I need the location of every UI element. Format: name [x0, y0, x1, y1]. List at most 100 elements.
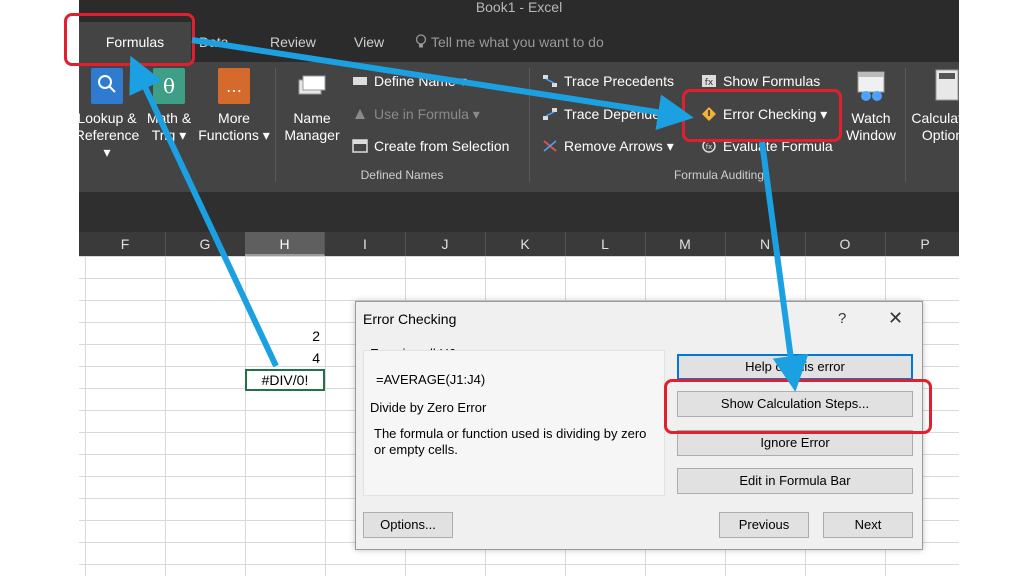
ribbon-formulas: Lookup & Reference ▾ θ Math & Trig ▾ … M…: [79, 62, 959, 192]
use-in-formula-label: Use in Formula ▾: [374, 106, 480, 122]
column-header-i[interactable]: I: [325, 232, 406, 256]
tell-me-placeholder: Tell me what you want to do: [431, 34, 604, 50]
define-name-button[interactable]: Define Name ▾: [352, 73, 467, 89]
trace-dependents-label: Trace Dependents: [564, 106, 679, 122]
watch-window-button[interactable]: Watch Window: [839, 68, 903, 144]
calculator-icon: [930, 68, 959, 104]
calculation-options-button[interactable]: Calculation Options: [909, 68, 959, 144]
edit-in-formula-bar-button[interactable]: Edit in Formula Bar: [677, 468, 913, 494]
error-description-line1: The formula or function used is dividing…: [374, 426, 647, 441]
book-search-icon: [91, 68, 123, 104]
column-header-j[interactable]: J: [405, 232, 486, 256]
watch-window-line1: Watch: [851, 110, 891, 126]
watch-window-icon: [855, 68, 887, 104]
formula-auditing-group-label: Formula Auditing: [673, 168, 765, 182]
help-icon[interactable]: ?: [838, 310, 846, 327]
tab-view[interactable]: View: [354, 34, 384, 50]
lookup-reference-line2: Reference ▾: [79, 127, 140, 160]
defined-names-group-label: Defined Names: [360, 168, 444, 182]
more-functions-button[interactable]: … More Functions ▾: [197, 68, 271, 144]
error-checking-dialog: Error Checking ? ✕ Error in cell H6 =AVE…: [355, 301, 923, 550]
calculation-options-line1: Calculation: [911, 110, 959, 126]
column-header-p[interactable]: P: [885, 232, 959, 256]
error-checking-label: Error Checking ▾: [723, 106, 828, 122]
show-calculation-steps-button[interactable]: Show Calculation Steps...: [677, 391, 913, 417]
math-trig-line1: Math &: [146, 110, 192, 126]
trace-precedents-button[interactable]: Trace Precedents: [542, 73, 674, 89]
column-header-h[interactable]: H: [245, 232, 325, 256]
options-button[interactable]: Options...: [363, 512, 453, 538]
evaluate-formula-icon: fx: [702, 139, 716, 153]
create-from-selection-button[interactable]: Create from Selection: [352, 138, 509, 154]
math-trig-line2: Trig ▾: [151, 127, 187, 143]
remove-arrows-icon: [543, 140, 557, 152]
show-formulas-icon: fx: [702, 75, 716, 88]
column-header-m[interactable]: M: [645, 232, 726, 256]
error-type: Divide by Zero Error: [370, 400, 487, 415]
trace-precedents-icon: [543, 75, 557, 87]
show-formulas-button[interactable]: fx Show Formulas: [701, 73, 820, 89]
close-icon[interactable]: ✕: [888, 308, 903, 329]
title-bar: Book1 - Excel: [79, 0, 959, 22]
create-from-selection-label: Create from Selection: [374, 138, 510, 154]
cell-h4[interactable]: 2: [246, 328, 320, 344]
tags-icon: [296, 68, 328, 104]
lookup-reference-button[interactable]: Lookup & Reference ▾: [79, 68, 143, 161]
trace-dependents-button[interactable]: Trace Dependents: [542, 106, 690, 122]
tell-me-box[interactable]: Tell me what you want to do: [415, 34, 604, 50]
cell-h5[interactable]: 4: [246, 350, 320, 366]
svg-text:fx: fx: [705, 78, 714, 88]
lookup-reference-line1: Lookup &: [79, 110, 137, 126]
column-header-o[interactable]: O: [805, 232, 886, 256]
ribbon-separator: [529, 68, 530, 182]
watch-window-line2: Window: [846, 127, 896, 143]
name-manager-line2: Manager: [284, 127, 340, 143]
tab-data[interactable]: Data: [199, 34, 229, 50]
ribbon-separator: [905, 68, 906, 182]
trace-dependents-icon: [543, 108, 557, 120]
column-header-n[interactable]: N: [725, 232, 806, 256]
show-formulas-label: Show Formulas: [723, 73, 821, 89]
theta-icon: θ: [153, 68, 185, 104]
column-headers: F G H I J K L M N O P: [79, 232, 959, 256]
column-header-g[interactable]: G: [165, 232, 246, 256]
formula-bar-area: [79, 192, 959, 232]
help-on-this-error-button[interactable]: Help on this error: [677, 354, 913, 380]
evaluate-formula-label: Evaluate Formula: [723, 138, 833, 154]
use-in-formula-button[interactable]: Use in Formula ▾: [352, 106, 480, 122]
evaluate-formula-button[interactable]: fx Evaluate Formula: [701, 138, 833, 154]
tab-formulas[interactable]: Formulas: [79, 22, 191, 62]
column-header-k[interactable]: K: [485, 232, 566, 256]
name-manager-button[interactable]: Name Manager: [279, 68, 345, 144]
more-functions-line2: Functions ▾: [198, 127, 270, 143]
next-button[interactable]: Next: [823, 512, 913, 538]
error-checking-button[interactable]: Error Checking ▾: [701, 106, 827, 122]
use-in-formula-icon: [355, 109, 365, 119]
math-trig-button[interactable]: θ Math & Trig ▾: [141, 68, 197, 144]
calculation-options-line2: Options: [921, 127, 959, 143]
define-name-label: Define Name ▾: [374, 73, 467, 89]
error-formula: =AVERAGE(J1:J4): [376, 372, 486, 387]
previous-button[interactable]: Previous: [719, 512, 809, 538]
ignore-error-button[interactable]: Ignore Error: [677, 430, 913, 456]
window-title: Book1 - Excel: [475, 0, 563, 15]
name-manager-line1: Name: [293, 110, 331, 126]
dialog-title: Error Checking: [363, 311, 457, 327]
column-header-l[interactable]: L: [565, 232, 646, 256]
remove-arrows-button[interactable]: Remove Arrows ▾: [542, 138, 674, 154]
lightbulb-icon: [415, 34, 427, 48]
svg-text:…: …: [226, 77, 242, 96]
define-name-icon: [353, 77, 367, 85]
ribbon-separator: [275, 68, 276, 182]
column-header-f[interactable]: F: [85, 232, 166, 256]
svg-text:θ: θ: [163, 74, 175, 98]
more-functions-line1: More: [218, 110, 250, 126]
error-description-line2: or empty cells.: [374, 442, 458, 457]
svg-text:fx: fx: [706, 143, 713, 151]
trace-precedents-label: Trace Precedents: [564, 73, 674, 89]
error-checking-icon: [702, 107, 716, 121]
tab-review[interactable]: Review: [270, 34, 316, 50]
more-functions-icon: …: [218, 68, 250, 104]
cell-h6[interactable]: #DIV/0!: [245, 369, 325, 391]
create-from-selection-icon: [352, 139, 368, 153]
